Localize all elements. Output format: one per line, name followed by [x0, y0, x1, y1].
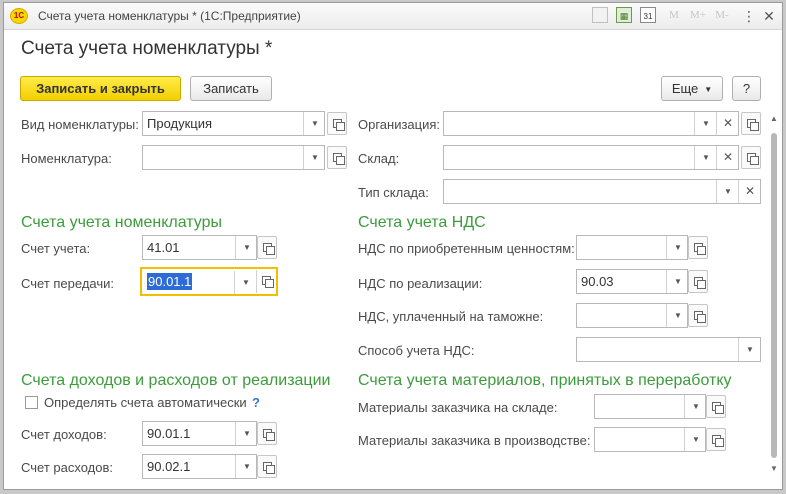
- account-label: Счет учета:: [21, 241, 91, 256]
- page-title: Счета учета номенклатуры *: [21, 38, 273, 59]
- warehouse-type-field[interactable]: ▼ ✕: [443, 179, 761, 204]
- org-label: Организация:: [358, 117, 441, 132]
- calendar-icon[interactable]: 31: [640, 7, 656, 23]
- scroll-up-icon[interactable]: ▲: [768, 113, 780, 125]
- vertical-scrollbar[interactable]: ▲ ▼: [768, 113, 780, 475]
- organization-field[interactable]: ▼ ✕: [443, 111, 739, 136]
- warehouse-field[interactable]: ▼ ✕: [443, 145, 739, 170]
- item-type-field[interactable]: Продукция ▼: [142, 111, 325, 136]
- window-title: Счета учета номенклатуры * (1С:Предприят…: [38, 9, 301, 23]
- open-icon[interactable]: [688, 236, 708, 259]
- document-icon[interactable]: [592, 7, 608, 23]
- income-expense-header: Счета доходов и расходов от реализации: [21, 372, 331, 389]
- clear-icon[interactable]: ✕: [738, 180, 761, 203]
- vat-sales-field[interactable]: 90.03 ▼: [576, 269, 688, 294]
- close-icon[interactable]: ✕: [760, 7, 778, 25]
- warehouse-label: Склад:: [358, 151, 400, 166]
- app-window: 1С Счета учета номенклатуры * (1С:Предпр…: [3, 2, 783, 490]
- open-icon[interactable]: [741, 146, 761, 169]
- dropdown-icon[interactable]: ▼: [234, 271, 257, 294]
- vat-method-field[interactable]: ▼: [576, 337, 761, 362]
- item-type-label: Вид номенклатуры:: [21, 117, 139, 132]
- open-icon[interactable]: [706, 395, 726, 418]
- m-minus-icon[interactable]: M-: [714, 7, 730, 23]
- expense-account-field[interactable]: 90.02.1 ▼: [142, 454, 257, 479]
- open-icon[interactable]: [706, 428, 726, 451]
- dropdown-icon[interactable]: ▼: [235, 422, 258, 445]
- menu-icon[interactable]: ⋮: [740, 7, 758, 25]
- dropdown-icon[interactable]: ▼: [303, 112, 326, 135]
- dropdown-icon[interactable]: ▼: [738, 338, 761, 361]
- dropdown-icon[interactable]: ▼: [684, 428, 707, 451]
- materials-warehouse-field[interactable]: ▼: [594, 394, 706, 419]
- dropdown-icon[interactable]: ▼: [716, 180, 739, 203]
- chevron-down-icon: ▼: [704, 85, 713, 94]
- vat-customs-label: НДС, уплаченный на таможне:: [358, 309, 544, 324]
- materials-warehouse-label: Материалы заказчика на складе:: [358, 400, 558, 415]
- vat-customs-field[interactable]: ▼: [576, 303, 688, 328]
- materials-production-field[interactable]: ▼: [594, 427, 706, 452]
- expense-label: Счет расходов:: [21, 460, 113, 475]
- more-label: Еще: [671, 81, 699, 96]
- vat-sales-value: 90.03: [581, 274, 614, 289]
- open-icon[interactable]: [257, 236, 277, 259]
- title-bar: 1С Счета учета номенклатуры * (1С:Предпр…: [4, 3, 782, 30]
- dropdown-icon[interactable]: ▼: [694, 112, 717, 135]
- open-icon[interactable]: [256, 270, 276, 293]
- auto-accounts-checkbox[interactable]: [25, 396, 38, 409]
- vat-purchased-label: НДС по приобретенным ценностям:: [358, 241, 575, 256]
- dropdown-icon[interactable]: ▼: [666, 236, 689, 259]
- dropdown-icon[interactable]: ▼: [303, 146, 326, 169]
- open-icon[interactable]: [688, 270, 708, 293]
- m-icon[interactable]: M: [666, 7, 682, 23]
- help-icon[interactable]: ?: [252, 395, 260, 410]
- open-icon[interactable]: [257, 455, 277, 478]
- income-account-field[interactable]: 90.01.1 ▼: [142, 421, 257, 446]
- item-field[interactable]: ▼: [142, 145, 325, 170]
- more-button[interactable]: Еще ▼: [661, 76, 723, 101]
- open-icon[interactable]: [741, 112, 761, 135]
- item-label: Номенклатура:: [21, 151, 112, 166]
- vat-purchased-field[interactable]: ▼: [576, 235, 688, 260]
- scroll-down-icon[interactable]: ▼: [768, 463, 780, 475]
- transfer-value: 90.01.1: [147, 273, 193, 290]
- open-icon[interactable]: [688, 304, 708, 327]
- scrollbar-thumb[interactable]: [771, 133, 777, 458]
- dropdown-icon[interactable]: ▼: [666, 270, 689, 293]
- warehouse-type-label: Тип склада:: [358, 185, 429, 200]
- calculator-icon[interactable]: ▦: [616, 7, 632, 23]
- account-field[interactable]: 41.01 ▼: [142, 235, 257, 260]
- open-icon[interactable]: [327, 112, 347, 135]
- transfer-account-field[interactable]: 90.01.1 ▼: [140, 267, 278, 296]
- vat-sales-label: НДС по реализации:: [358, 276, 483, 291]
- item-type-value: Продукция: [147, 116, 213, 131]
- income-value: 90.01.1: [147, 426, 191, 441]
- transfer-label: Счет передачи:: [21, 276, 114, 291]
- dropdown-icon[interactable]: ▼: [666, 304, 689, 327]
- 1c-logo-icon[interactable]: 1С: [10, 8, 28, 24]
- expense-value: 90.02.1: [147, 459, 191, 474]
- dropdown-icon[interactable]: ▼: [694, 146, 717, 169]
- help-button[interactable]: ?: [732, 76, 761, 101]
- vat-method-label: Способ учета НДС:: [358, 343, 475, 358]
- clear-icon[interactable]: ✕: [716, 112, 739, 135]
- auto-accounts-label[interactable]: Определять счета автоматически: [44, 395, 247, 410]
- account-value: 41.01: [147, 240, 180, 255]
- open-icon[interactable]: [257, 422, 277, 445]
- save-and-close-button[interactable]: Записать и закрыть: [20, 76, 181, 101]
- materials-header: Счета учета материалов, принятых в перер…: [358, 372, 732, 389]
- m-plus-icon[interactable]: M+: [690, 7, 706, 23]
- clear-icon[interactable]: ✕: [716, 146, 739, 169]
- dropdown-icon[interactable]: ▼: [235, 236, 258, 259]
- vat-accounts-header: Счета учета НДС: [358, 214, 486, 231]
- open-icon[interactable]: [327, 146, 347, 169]
- save-button[interactable]: Записать: [190, 76, 272, 101]
- income-label: Счет доходов:: [21, 427, 107, 442]
- materials-production-label: Материалы заказчика в производстве:: [358, 433, 591, 448]
- item-accounts-header: Счета учета номенклатуры: [21, 214, 223, 231]
- dropdown-icon[interactable]: ▼: [684, 395, 707, 418]
- dropdown-icon[interactable]: ▼: [235, 455, 258, 478]
